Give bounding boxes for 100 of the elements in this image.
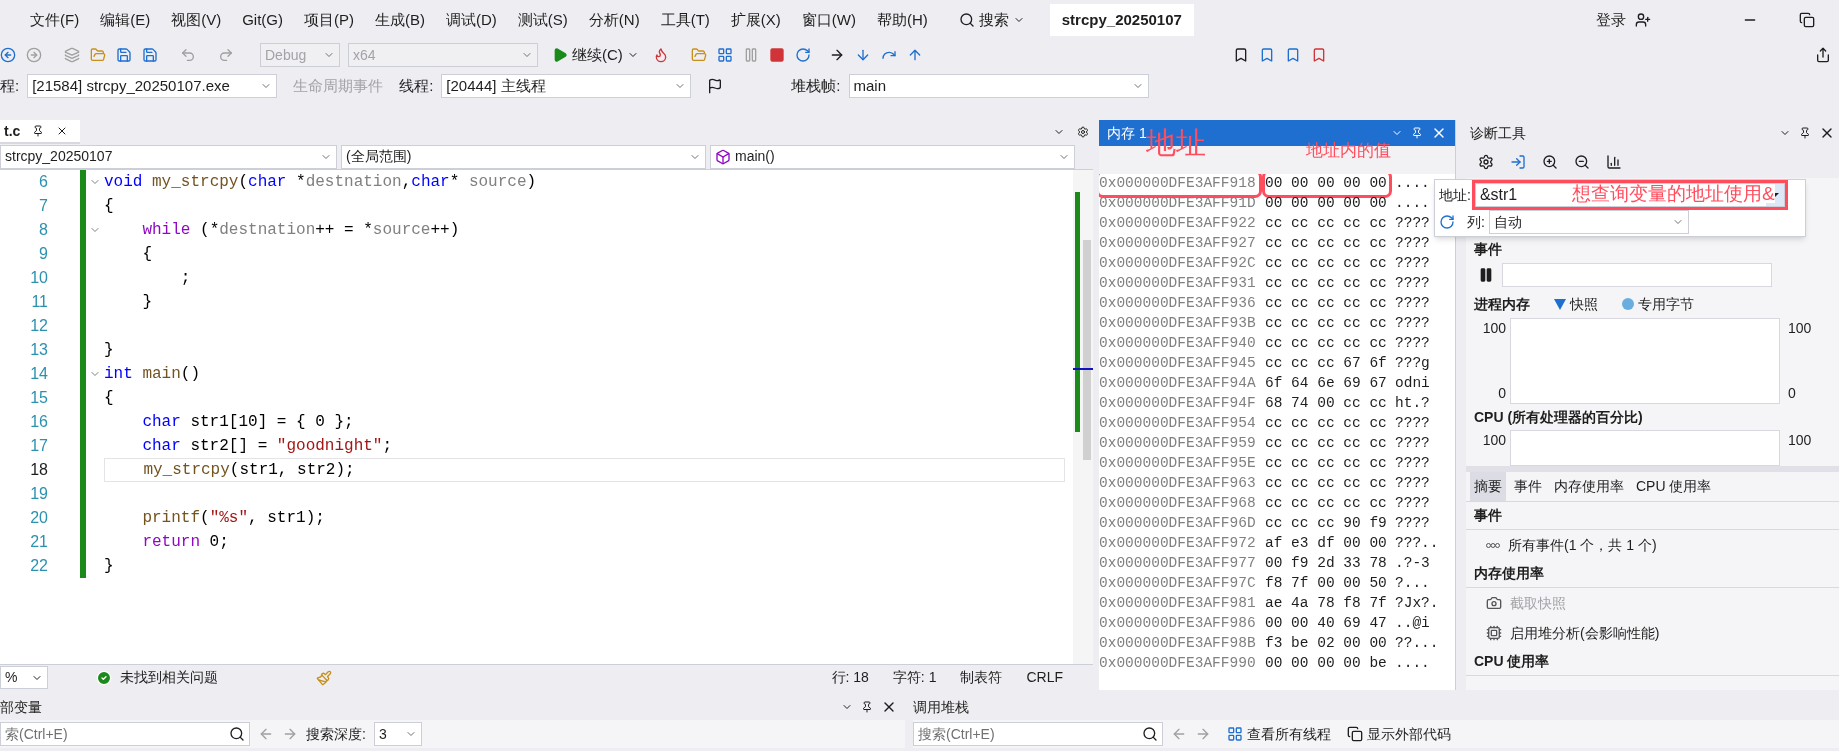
save-all-icon[interactable] xyxy=(142,47,158,63)
memory-chars: ???? xyxy=(1395,274,1430,294)
member-dropdown[interactable]: main() xyxy=(710,144,1075,169)
menu-item[interactable]: 项目(P) xyxy=(294,4,364,36)
code-line: void my_strcpy(char *destnation,char* source) xyxy=(104,172,537,193)
menu-item[interactable]: 编辑(E) xyxy=(90,4,161,36)
depth-dropdown[interactable]: 3 xyxy=(373,722,422,746)
pin-icon[interactable] xyxy=(1799,127,1811,139)
settings-icon[interactable] xyxy=(1077,126,1089,138)
zoom-in-icon[interactable] xyxy=(1542,154,1558,170)
issues-status[interactable]: 未找到相关问题 xyxy=(120,667,218,688)
diagnostics-tab[interactable]: 内存使用率 xyxy=(1550,472,1628,501)
locals-title-bar[interactable]: 部变量 xyxy=(0,694,905,720)
back-icon[interactable] xyxy=(1171,726,1187,742)
process-dropdown[interactable]: [21584] strcpy_20250107.exe xyxy=(27,74,278,98)
section-heading[interactable]: CPU (所有处理器的百分比) xyxy=(1474,406,1643,428)
columns-dropdown[interactable]: 自动 xyxy=(1488,210,1689,234)
diagnostics-tab[interactable]: 事件 xyxy=(1510,472,1546,501)
menu-item[interactable]: 工具(T) xyxy=(650,4,720,36)
folder-search-icon[interactable] xyxy=(690,47,707,63)
save-icon[interactable] xyxy=(116,47,132,63)
forward-icon[interactable] xyxy=(26,47,42,63)
search-field[interactable]: 索(Ctrl+E) xyxy=(0,722,250,746)
settings-icon[interactable] xyxy=(1478,154,1494,170)
memory-chars: ???.. xyxy=(1395,534,1439,554)
line-number: 21 xyxy=(29,532,48,552)
memory-address: 0x000000DFE3AFF963 xyxy=(1099,474,1257,494)
continue-button[interactable]: 继续(C) xyxy=(548,43,643,67)
menu-item[interactable]: 帮助(H) xyxy=(866,4,938,36)
menu-item[interactable]: 文件(F) xyxy=(20,4,90,36)
share-icon[interactable] xyxy=(1815,47,1831,63)
brush-icon[interactable] xyxy=(316,669,332,686)
memory-address: 0x000000DFE3AFF922 xyxy=(1099,214,1257,234)
line-status[interactable]: 行: 18 xyxy=(831,667,869,688)
menu-item[interactable]: 测试(S) xyxy=(507,4,578,36)
restore-button[interactable] xyxy=(1799,12,1815,28)
diagnostics-tab[interactable]: CPU 使用率 xyxy=(1632,472,1716,501)
search-field[interactable]: 搜索(Ctrl+E) xyxy=(913,722,1163,746)
memory-chars: ?... xyxy=(1395,574,1430,594)
undo-icon[interactable] xyxy=(180,47,196,63)
restart-icon[interactable] xyxy=(794,47,811,63)
sign-in-link[interactable]: 登录 xyxy=(1596,8,1626,32)
back-icon[interactable] xyxy=(258,726,274,742)
pin-icon xyxy=(32,125,45,137)
pin-icon[interactable] xyxy=(861,701,873,713)
stop-icon[interactable] xyxy=(768,47,785,63)
diagnostics-tab[interactable]: 摘要 xyxy=(1470,472,1506,501)
open-folder-icon[interactable] xyxy=(90,47,106,63)
indent-status[interactable]: 制表符 xyxy=(960,667,1003,688)
new-item-icon[interactable] xyxy=(64,47,80,63)
refresh-icon[interactable] xyxy=(1439,214,1455,230)
forward-icon[interactable] xyxy=(1195,726,1211,742)
zoom-dropdown[interactable]: % xyxy=(0,666,48,689)
columns-label: 列: xyxy=(1467,212,1485,232)
thread-label: 线程: xyxy=(399,75,434,96)
forward-icon[interactable] xyxy=(282,726,298,742)
menu-item[interactable]: 扩展(X) xyxy=(720,4,791,36)
show-threads-button[interactable]: 查看所有线程 xyxy=(1227,723,1331,745)
project-dropdown[interactable]: strcpy_20250107 xyxy=(0,144,337,169)
back-icon[interactable] xyxy=(0,47,16,63)
memory-chars: ???? xyxy=(1395,514,1430,534)
section-heading[interactable]: 事件 xyxy=(1474,238,1502,260)
memory-bytes: cc cc cc cc cc xyxy=(1265,234,1388,254)
menu-item[interactable]: 调试(D) xyxy=(436,4,507,36)
line-number: 12 xyxy=(29,316,48,336)
user-icon[interactable] xyxy=(1635,12,1651,28)
menu-item[interactable]: 分析(N) xyxy=(578,4,650,36)
call-stack-title-bar[interactable]: 调用堆栈 xyxy=(913,694,1839,720)
memory-address: 0x000000DFE3AFF95E xyxy=(1099,454,1257,474)
pause-icon[interactable] xyxy=(1478,267,1494,283)
redo-icon[interactable] xyxy=(218,47,234,63)
menu-item[interactable]: 生成(B) xyxy=(365,4,435,36)
scope-dropdown[interactable]: (全局范围) xyxy=(341,144,706,169)
section-heading[interactable]: 进程内存 xyxy=(1474,293,1530,315)
document-tab[interactable]: t.c xyxy=(0,120,81,144)
stack-frame-dropdown[interactable]: main xyxy=(848,74,1149,98)
menu-item[interactable]: 窗口(W) xyxy=(791,4,866,36)
char-status[interactable]: 字符: 1 xyxy=(892,667,937,688)
memory-address: 0x000000DFE3AFF936 xyxy=(1099,294,1257,314)
line-ending-status[interactable]: CRLF xyxy=(1026,667,1063,688)
memory-bytes: cc cc cc cc cc xyxy=(1265,314,1388,334)
memory-bytes: cc cc cc cc cc xyxy=(1265,414,1388,434)
axis-label: 100 xyxy=(1788,432,1812,448)
zoom-out-icon[interactable] xyxy=(1574,154,1590,170)
chart-icon[interactable] xyxy=(1606,154,1622,170)
export-icon[interactable] xyxy=(1510,154,1526,170)
memory-chars: ???? xyxy=(1395,294,1430,314)
flag-icon[interactable] xyxy=(707,78,724,94)
summary-link[interactable]: 所有事件(1 个，共 1 个) xyxy=(1508,534,1657,556)
process-label: 程: xyxy=(0,75,20,96)
diagnostics-title-bar[interactable]: 诊断工具 xyxy=(1466,120,1839,146)
summary-link[interactable]: 启用堆分析(会影响性能) xyxy=(1510,622,1660,644)
menu-item[interactable]: Git(G) xyxy=(232,4,293,36)
search-button[interactable]: 搜索 xyxy=(950,8,1033,32)
editor-scrollbar[interactable] xyxy=(1073,170,1093,664)
window-icon[interactable] xyxy=(716,47,733,63)
annotation-note: 想查询变量的地址使用& xyxy=(1572,184,1775,203)
show-external-code-button[interactable]: 显示外部代码 xyxy=(1347,723,1451,745)
thread-dropdown[interactable]: [20444] 主线程 xyxy=(441,74,692,98)
menu-item[interactable]: 视图(V) xyxy=(161,4,232,36)
